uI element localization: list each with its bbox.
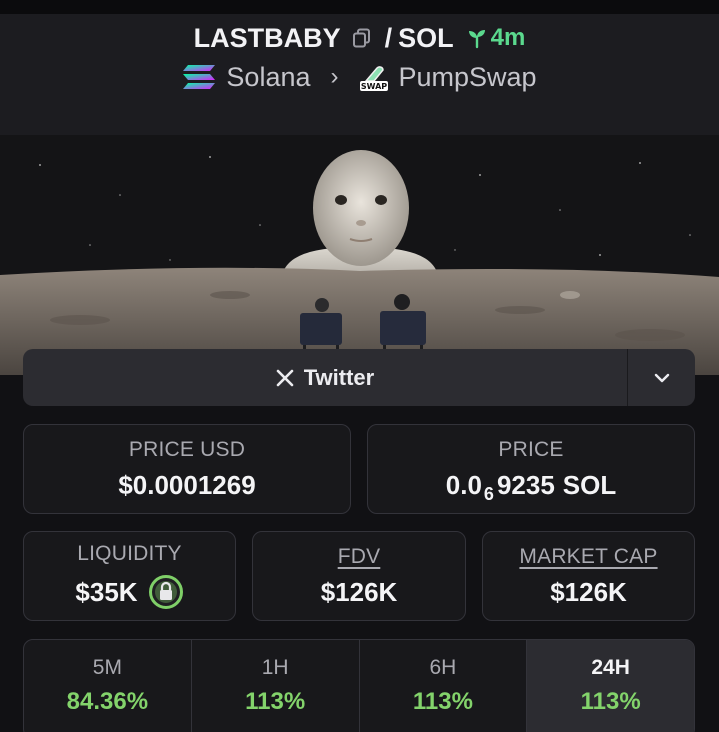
liquidity-value-row: $35K [75,574,183,610]
price-usd-value: $0.0001269 [118,469,256,500]
x-icon [276,369,294,386]
fdv-value: $126K [320,576,398,607]
price-usd-card: PRICE USD $0.0001269 [23,424,351,514]
price-change-value: 84.36% [66,688,149,715]
social-links-bar: Twitter [23,349,695,406]
timeframe-label: 5M [92,656,122,679]
price-native-prefix: 0.0 [445,469,482,500]
price-native-zero-count: 6 [483,483,494,504]
market-cap-label[interactable]: MARKET CAP [519,545,657,569]
price-change-value: 113% [245,688,306,715]
pair-age: 4m [466,24,526,52]
tab-6h[interactable]: 6H 113% [360,640,528,732]
price-native-digits: 9235 [496,469,555,500]
fdv-card: FDV $126K [252,531,466,621]
top-bar [0,0,719,14]
price-native-label: PRICE [498,437,564,461]
chevron-right-icon: › [330,63,339,90]
twitter-button-label: Twitter [303,364,375,390]
token-banner-image [0,135,719,375]
liquidity-label: LIQUIDITY [77,542,182,565]
timeframe-label: 24H [591,656,630,679]
price-usd-label: PRICE USD [128,437,246,461]
pumpswap-icon-label: SWAP [360,82,386,91]
pumpswap-icon: SWAP [359,66,388,91]
price-native-unit: SOL [562,469,617,500]
copy-icon[interactable] [351,27,373,49]
price-change-value: 113% [412,688,473,715]
liquidity-value: $35K [75,576,138,607]
chevron-down-icon [654,373,669,382]
market-cap-card: MARKET CAP $126K [482,531,695,621]
solana-icon [183,65,216,89]
market-cap-value: $126K [550,576,627,607]
chain-link[interactable]: Solana [226,62,310,93]
breadcrumb: Solana › SWAP PumpSwap [0,60,719,94]
tab-1h[interactable]: 1H 113% [192,640,360,732]
tab-5m[interactable]: 5M 84.36% [24,640,192,732]
tab-24h[interactable]: 24H 113% [527,640,694,732]
fdv-label[interactable]: FDV [338,545,381,569]
price-change-value: 113% [580,688,641,715]
dex-link[interactable]: PumpSwap [399,62,537,93]
timeframe-label: 1H [261,656,289,679]
sprout-icon [468,30,485,49]
twitter-button[interactable]: Twitter [23,349,627,406]
liquidity-card: LIQUIDITY $35K [23,531,236,621]
price-change-tabs: 5M 84.36% 1H 113% 6H 113% 24H 113% [23,639,695,732]
pair-separator: / [384,22,393,53]
pair-title: LASTBABY / SOL 4m [0,22,719,54]
price-native-card: PRICE 0.0 6 9235 SOL [367,424,695,514]
quote-token-symbol: SOL [398,22,454,53]
more-links-button[interactable] [628,349,695,406]
base-token-symbol: LASTBABY [193,22,341,53]
pair-age-value: 4m [490,24,526,51]
lock-icon[interactable] [148,574,184,610]
price-native-value: 0.0 6 9235 SOL [445,469,617,504]
timeframe-label: 6H [429,656,457,679]
